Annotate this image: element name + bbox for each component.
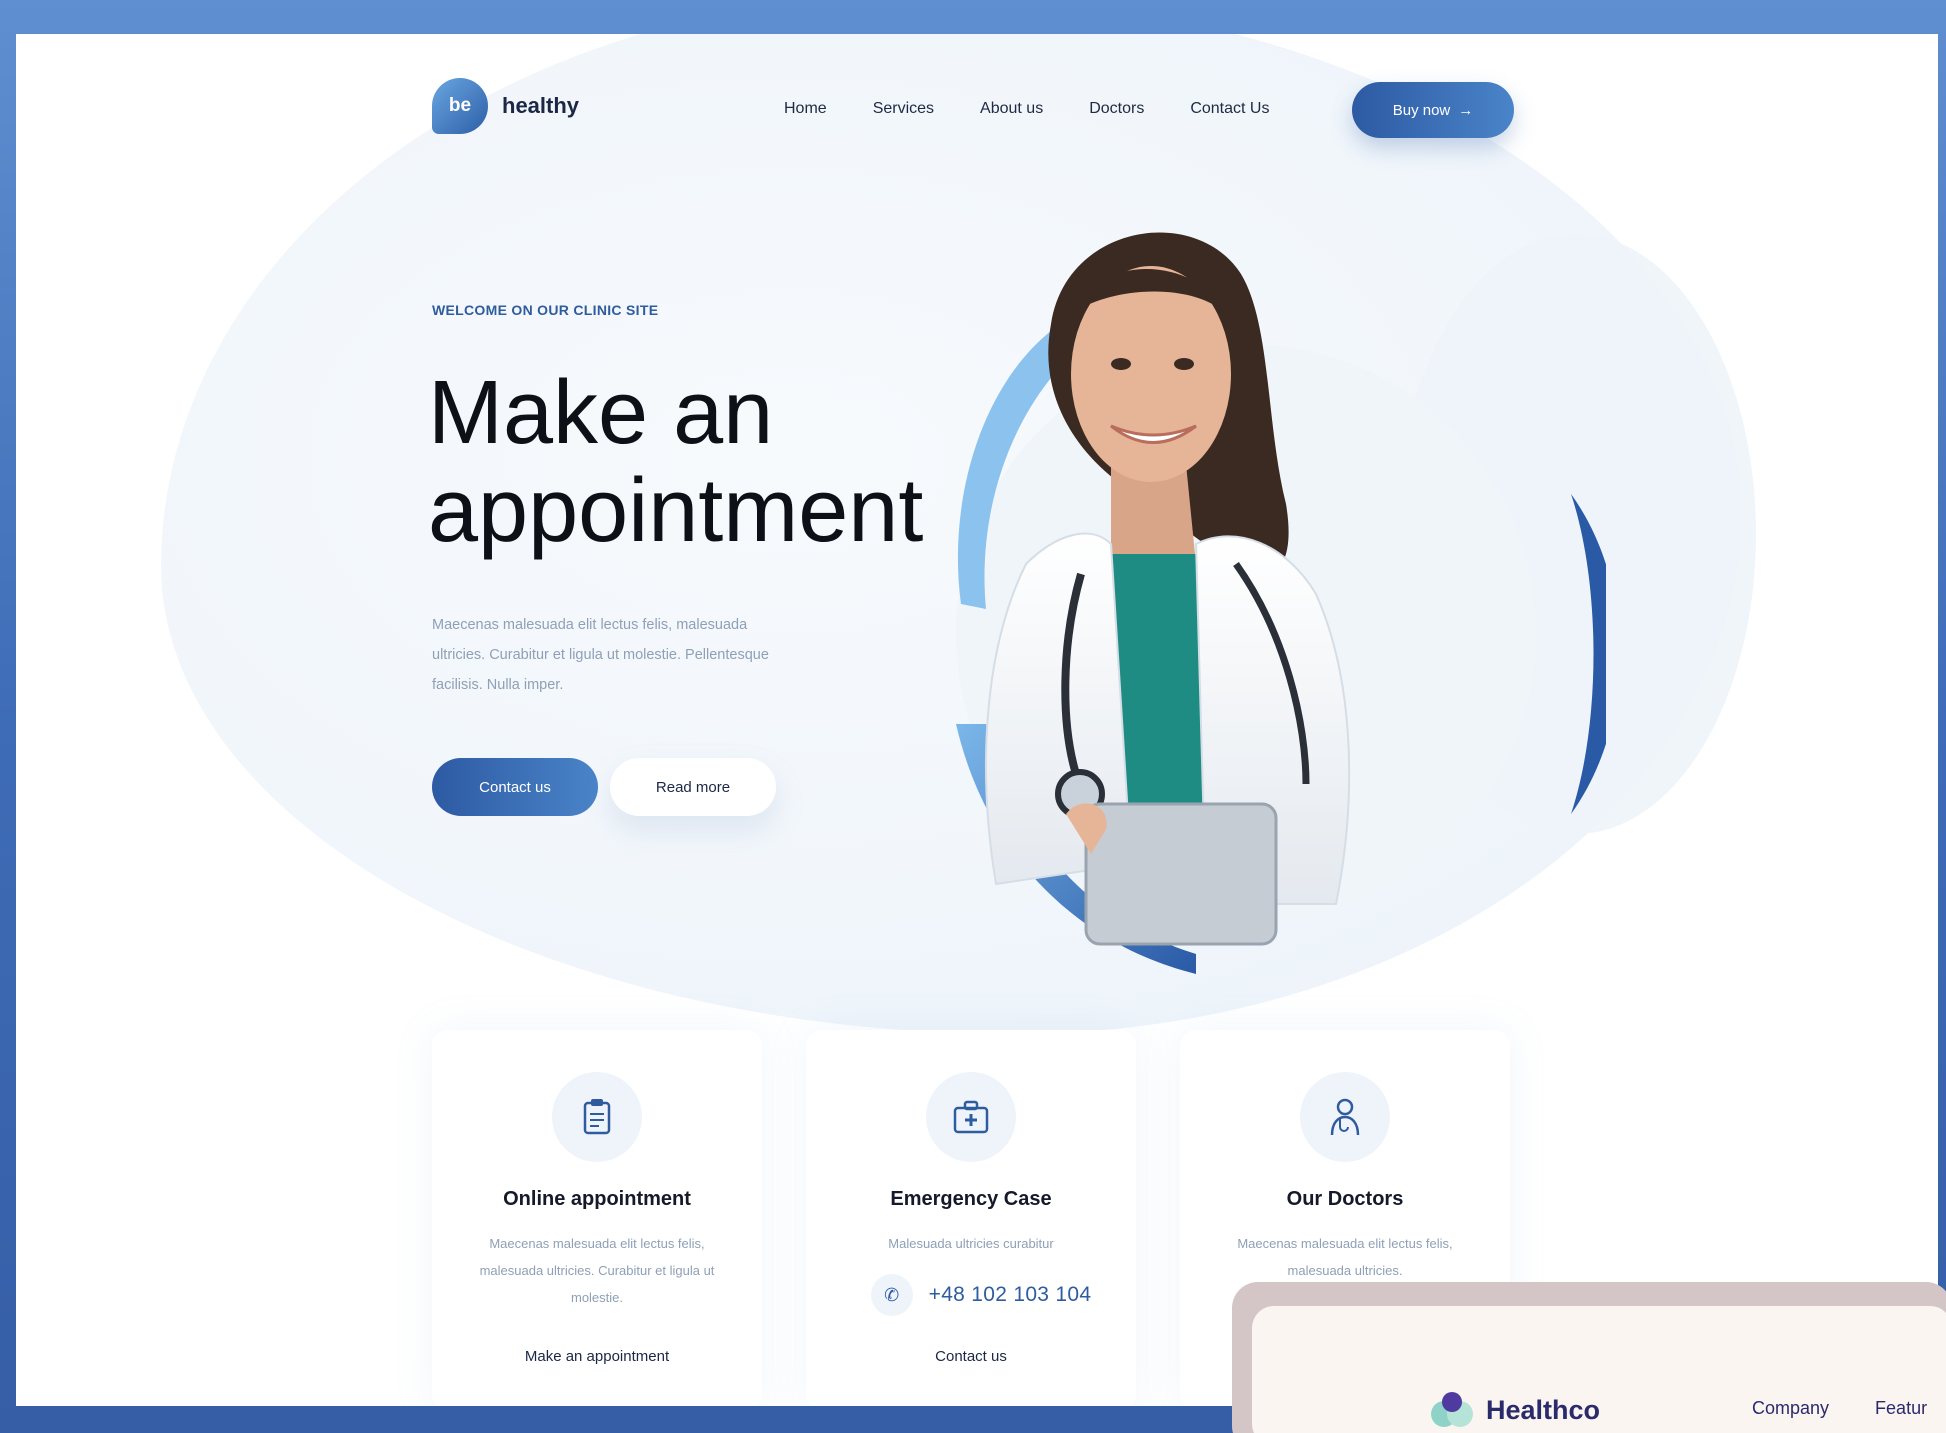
card-title: Emergency Case (890, 1188, 1052, 1210)
nav-item-features[interactable]: Featur (1875, 1398, 1927, 1419)
arrow-right-icon: → (1458, 101, 1474, 119)
make-appointment-link[interactable]: Make an appointment (432, 1348, 762, 1365)
hero-eyebrow: WELCOME ON OUR CLINIC SITE (432, 302, 659, 318)
doctor-photo (956, 232, 1606, 974)
read-more-button[interactable]: Read more (610, 758, 776, 816)
nav-item-home[interactable]: Home (784, 100, 827, 118)
tablet (1084, 802, 1278, 946)
logo-mark: be (432, 78, 488, 134)
phone-number: +48 102 103 104 (928, 1283, 1092, 1306)
phone-icon: ✆ (870, 1274, 913, 1316)
nav-item-doctors[interactable]: Doctors (1089, 100, 1144, 118)
nav-item-services[interactable]: Services (873, 100, 934, 118)
hero-title-line2: appointment (428, 461, 924, 561)
medical-kit-icon (926, 1072, 1016, 1162)
second-screen-nav: Company Featur (1752, 1398, 1927, 1419)
contact-us-link[interactable]: Contact us (806, 1348, 1136, 1365)
card-online-appointment: Online appointment Maecenas malesuada el… (432, 1030, 762, 1406)
card-text: Maecenas malesuada elit lectus felis, ma… (479, 1236, 715, 1305)
hero-description: Maecenas malesuada elit lectus felis, ma… (432, 617, 769, 693)
buy-now-label: Buy now (1392, 101, 1451, 119)
card-title: Online appointment (503, 1188, 691, 1210)
healthco-logo-icon (1431, 1392, 1473, 1427)
card-emergency-case: Emergency Case Malesuada ultricies curab… (806, 1030, 1136, 1406)
main-nav: Home Services About us Doctors Contact U… (784, 100, 1269, 118)
card-text: Malesuada ultricies curabitur (888, 1236, 1054, 1251)
logo-text: healthy (502, 93, 580, 118)
clipboard-icon (552, 1072, 642, 1162)
hero-title-line1: Make an (428, 363, 774, 463)
nav-item-about[interactable]: About us (980, 100, 1043, 118)
contact-us-button[interactable]: Contact us (432, 758, 598, 816)
card-title: Our Doctors (1286, 1188, 1404, 1210)
healthco-logo[interactable]: Healthco (1430, 1390, 1600, 1430)
doctor-icon (1300, 1072, 1390, 1162)
nav-item-company[interactable]: Company (1752, 1398, 1829, 1419)
landing-page: be healthy Home Services About us Doctor… (16, 34, 1938, 1406)
crescent-accent (1571, 494, 1606, 814)
nav-item-contact[interactable]: Contact Us (1190, 100, 1269, 118)
buy-now-button[interactable]: Buy now → (1352, 82, 1514, 138)
brand-logo[interactable]: be healthy (432, 78, 579, 134)
healthco-brand: Healthco (1486, 1394, 1601, 1425)
card-text: Maecenas malesuada elit lectus felis, ma… (1237, 1236, 1453, 1278)
phone-row[interactable]: ✆ +48 102 103 104 (856, 1274, 1106, 1316)
